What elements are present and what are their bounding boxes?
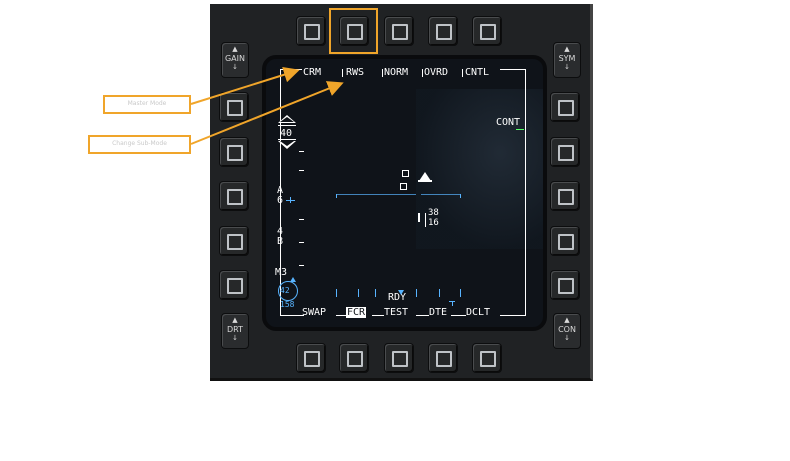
callout-master-mode: Master Mode: [103, 95, 191, 114]
arrow-change-sub-mode: [190, 81, 344, 145]
arrow-master-mode: [190, 66, 300, 105]
callout-arrows: [190, 66, 344, 145]
callout-change-sub-mode: Change Sub-Mode: [88, 135, 191, 154]
